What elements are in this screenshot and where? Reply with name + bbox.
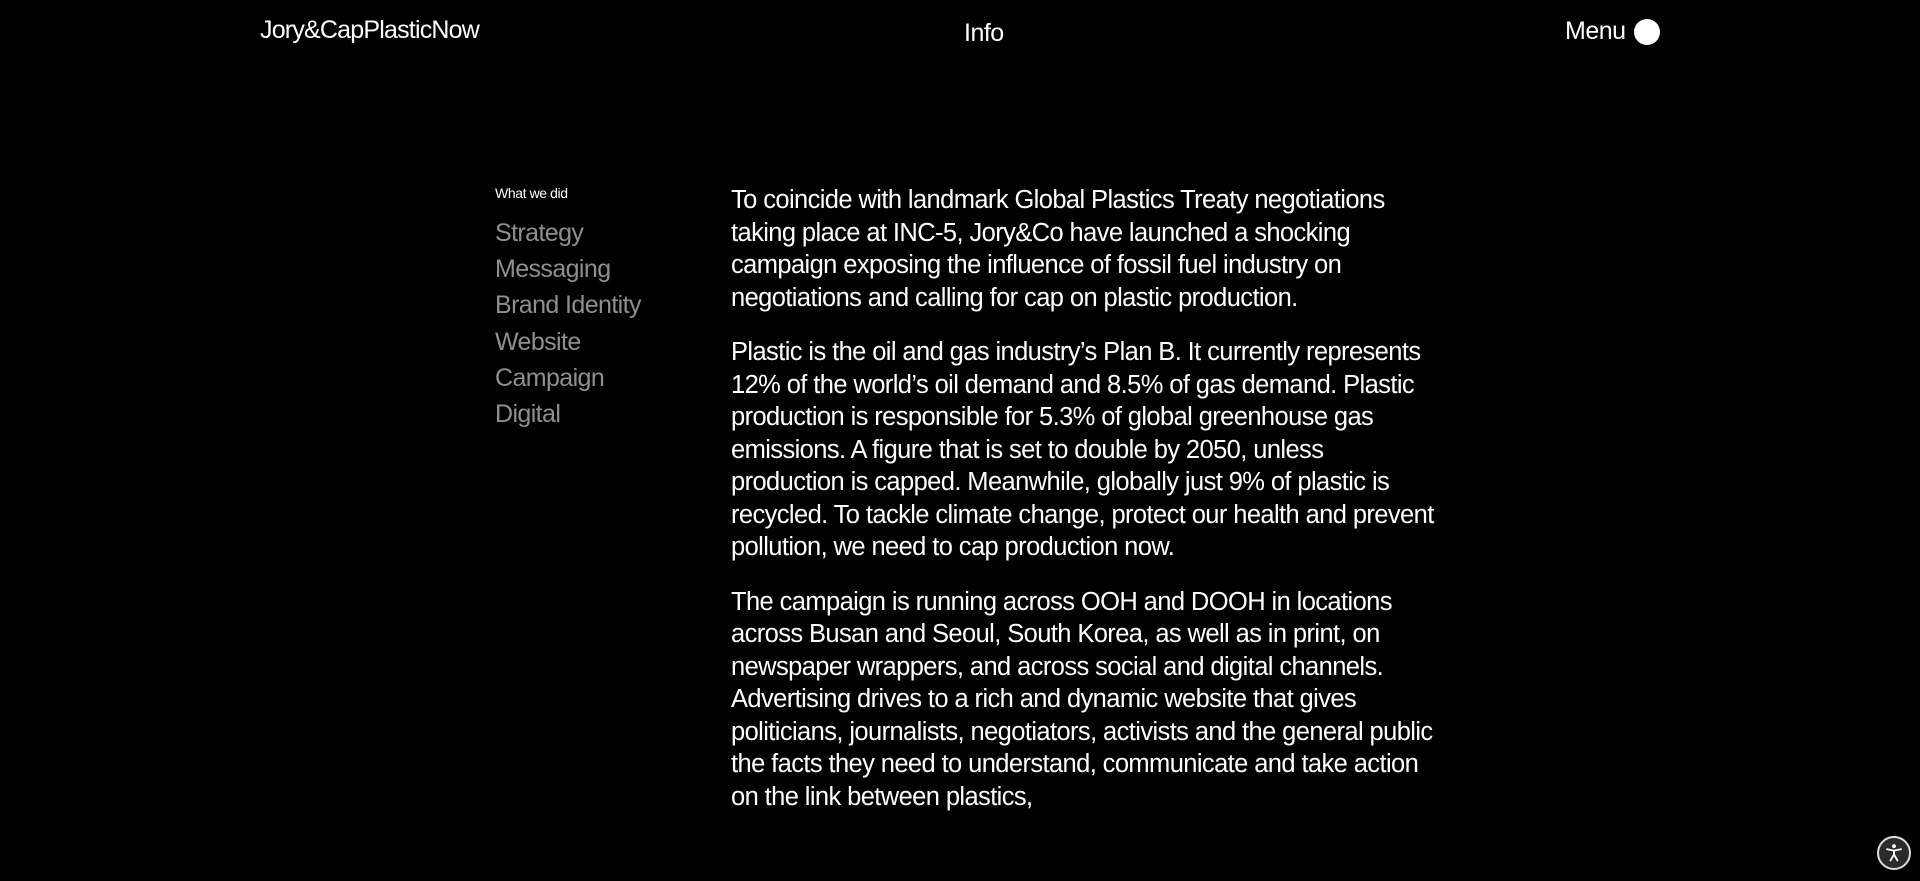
service-item-brand-identity: Brand Identity	[495, 291, 641, 320]
brand-logo-link[interactable]: Jory&CapPlasticNow	[260, 16, 480, 45]
service-item-digital: Digital	[495, 400, 561, 429]
accessibility-icon	[1886, 844, 1902, 862]
menu-dot-icon	[1633, 18, 1660, 45]
menu-label: Menu	[1565, 17, 1626, 45]
sidebar-heading: What we did	[495, 185, 568, 201]
info-link[interactable]: Info	[964, 19, 1004, 48]
service-item-messaging: Messaging	[495, 255, 611, 284]
service-item-campaign: Campaign	[495, 363, 605, 392]
project-description: To coincide with landmark Global Plastic…	[731, 184, 1441, 835]
service-item-strategy: Strategy	[495, 219, 584, 247]
description-paragraph: To coincide with landmark Global Plastic…	[731, 186, 1385, 312]
description-paragraph: The campaign is running across OOH and D…	[731, 587, 1433, 811]
description-paragraph: Plastic is the oil and gas industry’s Pl…	[731, 338, 1434, 561]
services-list: Strategy Messaging Brand Identity Websit…	[495, 215, 695, 432]
accessibility-button[interactable]	[1877, 836, 1911, 870]
menu-button[interactable]: Menu	[1565, 17, 1660, 46]
service-item-website: Website	[495, 327, 581, 356]
site-header: Jory&CapPlasticNow Info Menu	[0, 0, 1920, 70]
services-sidebar: What we did Strategy Messaging Brand Ide…	[495, 185, 695, 432]
page: Jory&CapPlasticNow Info Menu What we did…	[0, 0, 1920, 881]
